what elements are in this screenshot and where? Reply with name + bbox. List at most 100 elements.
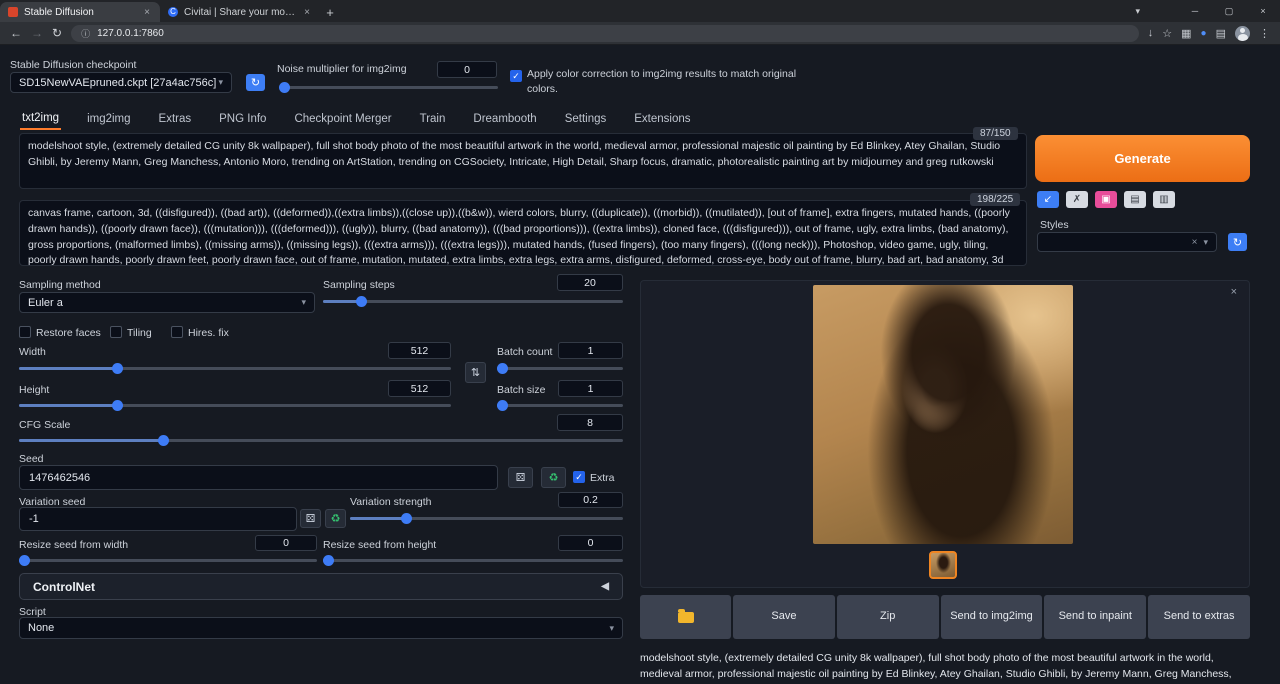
clear-prompt-button[interactable]: ✗: [1066, 191, 1088, 208]
sampling-method-dropdown[interactable]: Euler a ▾: [19, 292, 315, 313]
checkpoint-dropdown[interactable]: SD15NewVAEpruned.ckpt [27a4ac756c] ▾: [10, 72, 232, 93]
tab-list-caret-icon[interactable]: ▾: [1135, 0, 1140, 22]
main-tab-bar: txt2img img2img Extras PNG Info Checkpoi…: [20, 107, 693, 131]
gallery-thumbnail[interactable]: [929, 551, 957, 579]
variation-strength-slider[interactable]: [350, 512, 623, 524]
open-folder-button[interactable]: [640, 595, 731, 639]
bookmark-star-icon[interactable]: ☆: [1162, 27, 1172, 40]
send-to-extras-button[interactable]: Send to extras: [1148, 595, 1250, 639]
clear-selection-icon[interactable]: ×: [1192, 237, 1198, 248]
swap-width-height-button[interactable]: ⇅: [465, 362, 486, 383]
batch-size-slider[interactable]: [497, 399, 623, 411]
send-to-inpaint-button[interactable]: Send to inpaint: [1044, 595, 1146, 639]
apply-style-icon: ▥: [1159, 194, 1168, 205]
tab-img2img[interactable]: img2img: [85, 109, 132, 129]
tab-train[interactable]: Train: [418, 109, 448, 129]
browser-menu-icon[interactable]: ⋮: [1259, 27, 1270, 40]
resize-seed-width-value[interactable]: 0: [255, 535, 317, 551]
extra-networks-button[interactable]: ▣: [1095, 191, 1117, 208]
paste-params-button[interactable]: ↙: [1037, 191, 1059, 208]
color-correction-checkbox[interactable]: ✓: [510, 70, 522, 82]
tab-extensions[interactable]: Extensions: [632, 109, 692, 129]
address-bar[interactable]: ⓘ 127.0.0.1:7860: [71, 25, 1139, 42]
controlnet-accordion[interactable]: ControlNet ◀: [19, 573, 623, 600]
cfg-scale-value[interactable]: 8: [557, 414, 623, 431]
maximize-button[interactable]: ▢: [1212, 0, 1246, 22]
generated-image[interactable]: [813, 285, 1073, 544]
variation-seed-input[interactable]: -1: [19, 507, 297, 531]
script-value: None: [28, 622, 609, 634]
reuse-variation-seed-button[interactable]: ♻: [325, 509, 346, 528]
zip-button[interactable]: Zip: [837, 595, 939, 639]
browser-tab-stable-diffusion[interactable]: Stable Diffusion ×: [0, 2, 160, 22]
site-info-icon[interactable]: ⓘ: [81, 27, 90, 40]
new-tab-button[interactable]: +: [320, 2, 340, 22]
extra-seed-checkbox[interactable]: ✓: [573, 471, 585, 483]
variation-strength-value[interactable]: 0.2: [558, 492, 623, 508]
send-to-img2img-button[interactable]: Send to img2img: [941, 595, 1043, 639]
width-slider[interactable]: [19, 362, 451, 374]
tab-png-info[interactable]: PNG Info: [217, 109, 268, 129]
script-dropdown[interactable]: None ▾: [19, 617, 623, 639]
downloads-icon[interactable]: ↓: [1148, 27, 1154, 39]
refresh-styles-button[interactable]: ↻: [1228, 233, 1247, 251]
tab-txt2img[interactable]: txt2img: [20, 108, 61, 130]
prompt-textarea[interactable]: modelshoot style, (extremely detailed CG…: [19, 133, 1027, 189]
browser-toolbar: ← → ↻ ⓘ 127.0.0.1:7860 ↓ ☆ ▦ ● ▤ ⋮: [0, 22, 1280, 45]
styles-dropdown[interactable]: × ▾: [1037, 232, 1217, 252]
batch-count-value[interactable]: 1: [558, 342, 623, 359]
hires-fix-checkbox[interactable]: ✓: [171, 326, 183, 338]
seed-label: Seed: [19, 453, 44, 465]
restore-faces-label: Restore faces: [36, 327, 101, 339]
side-panel-icon[interactable]: ▤: [1216, 27, 1226, 40]
sampling-steps-label: Sampling steps: [323, 279, 395, 291]
tab-close-icon[interactable]: ×: [142, 7, 152, 18]
tab-settings[interactable]: Settings: [563, 109, 609, 129]
profile-avatar[interactable]: [1235, 26, 1250, 41]
tab-checkpoint-merger[interactable]: Checkpoint Merger: [292, 109, 393, 129]
batch-size-value[interactable]: 1: [558, 380, 623, 397]
close-image-icon[interactable]: ×: [1231, 286, 1237, 298]
tab-title: Stable Diffusion: [24, 7, 136, 18]
back-icon[interactable]: ←: [10, 26, 22, 40]
minimize-button[interactable]: ─: [1178, 0, 1212, 22]
random-seed-button[interactable]: ⚄: [508, 467, 533, 488]
forward-icon[interactable]: →: [31, 26, 43, 40]
negative-prompt-textarea[interactable]: canvas frame, cartoon, 3d, ((disfigured)…: [19, 200, 1027, 266]
save-button[interactable]: Save: [733, 595, 835, 639]
height-value[interactable]: 512: [388, 380, 451, 397]
save-style-button[interactable]: ▤: [1124, 191, 1146, 208]
restore-faces-checkbox[interactable]: ✓: [19, 326, 31, 338]
noise-multiplier-value[interactable]: 0: [437, 61, 497, 78]
collapse-arrow-icon: ◀: [601, 581, 609, 592]
tab-close-icon[interactable]: ×: [302, 7, 312, 18]
batch-count-slider[interactable]: [497, 362, 623, 374]
apply-style-button[interactable]: ▥: [1153, 191, 1175, 208]
reload-icon[interactable]: ↻: [52, 26, 62, 40]
resize-seed-height-slider[interactable]: [323, 554, 623, 566]
random-variation-seed-button[interactable]: ⚄: [300, 509, 321, 528]
seed-input[interactable]: 1476462546: [19, 465, 498, 490]
noise-multiplier-slider[interactable]: [281, 81, 498, 93]
width-value[interactable]: 512: [388, 342, 451, 359]
reuse-seed-button[interactable]: ♻: [541, 467, 566, 488]
extension-icon[interactable]: ●: [1201, 28, 1207, 39]
batch-count-label: Batch count: [497, 346, 552, 358]
tiling-checkbox[interactable]: ✓: [110, 326, 122, 338]
extra-networks-icon: ▣: [1101, 194, 1110, 205]
generate-button[interactable]: Generate: [1035, 135, 1250, 182]
negative-prompt-token-counter: 198/225: [970, 193, 1020, 206]
sampling-steps-slider[interactable]: [323, 295, 623, 307]
window-close-button[interactable]: ×: [1246, 0, 1280, 22]
cfg-scale-slider[interactable]: [19, 434, 623, 446]
resize-seed-width-slider[interactable]: [19, 554, 317, 566]
tab-dreambooth[interactable]: Dreambooth: [471, 109, 538, 129]
resize-seed-height-value[interactable]: 0: [558, 535, 623, 551]
height-slider[interactable]: [19, 399, 451, 411]
refresh-checkpoints-button[interactable]: ↻: [246, 74, 265, 91]
apps-grid-icon[interactable]: ▦: [1181, 27, 1191, 40]
tab-extras[interactable]: Extras: [157, 109, 194, 129]
browser-tab-civitai[interactable]: C Civitai | Share your models ×: [160, 2, 320, 22]
sampling-steps-value[interactable]: 20: [557, 274, 623, 291]
browser-tab-strip: Stable Diffusion × C Civitai | Share you…: [0, 0, 1280, 22]
